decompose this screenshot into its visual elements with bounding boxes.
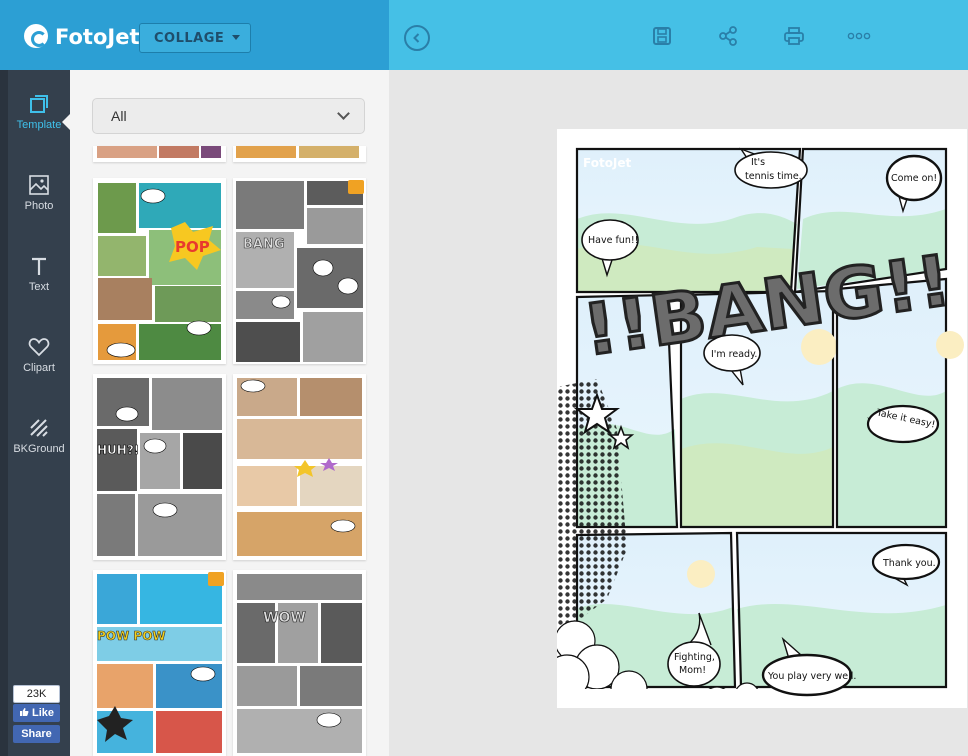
sidebar-item-label: Text — [28, 281, 50, 293]
sidebar-item-label: Clipart — [23, 362, 55, 374]
app-window: FotoJet COLLAGE Template Photo Text Clip… — [0, 0, 968, 756]
like-label: Like — [32, 707, 55, 719]
facebook-share-button[interactable]: Share — [13, 725, 60, 743]
like-count: 23K — [13, 685, 60, 703]
pop-text: POP — [175, 238, 210, 256]
premium-crown-icon — [208, 572, 224, 586]
sidebar-item-label: BKGround — [13, 443, 65, 455]
header-right — [389, 0, 968, 70]
collage-canvas[interactable]: FotoJet !!BANG!! It's tennis time. Come … — [557, 129, 967, 708]
template-icon — [30, 95, 48, 113]
bubble-text: It's — [751, 157, 765, 168]
template-preview: HUH?! — [93, 374, 226, 560]
huh-text: HUH?! — [97, 443, 139, 457]
template-thumb-huh[interactable]: HUH?! — [93, 374, 226, 560]
mode-dropdown[interactable]: COLLAGE — [139, 23, 251, 53]
photo-icon — [29, 175, 49, 195]
template-filter-select[interactable]: All — [92, 98, 365, 134]
bubble-text: Come on! — [891, 173, 937, 184]
template-panel: All POP BANG HUH?! POW POW WOW — [70, 70, 389, 756]
watermark: FotoJet — [583, 156, 632, 170]
template-preview — [233, 374, 366, 560]
template-thumb-wow[interactable]: WOW — [233, 570, 366, 756]
print-button[interactable] — [780, 22, 808, 50]
bubble-text: tennis time. — [745, 171, 802, 182]
sidebar-item-photo[interactable]: Photo — [8, 173, 70, 233]
sidebar-item-label: Photo — [24, 200, 54, 212]
template-thumb-1[interactable] — [233, 146, 366, 162]
bubble-text: Have fun!! — [588, 235, 638, 246]
sidebar-item-clipart[interactable]: Clipart — [8, 335, 70, 395]
more-icon — [847, 32, 871, 40]
bubble-text: I'm ready. — [711, 349, 757, 360]
sidebar-item-template[interactable]: Template — [8, 92, 70, 152]
bang-text: BANG — [243, 237, 285, 252]
template-preview: POW POW — [93, 570, 226, 756]
brand-name[interactable]: FotoJet — [55, 25, 139, 49]
save-icon — [653, 27, 671, 45]
comic-layout: FotoJet !!BANG!! It's tennis time. Come … — [557, 129, 967, 708]
more-button[interactable] — [845, 22, 873, 50]
template-thumb-family[interactable] — [233, 374, 366, 560]
template-preview: WOW — [233, 570, 366, 756]
bubble-text: Thank you. — [882, 558, 936, 569]
mode-label: COLLAGE — [154, 30, 225, 46]
premium-crown-icon — [348, 180, 364, 194]
template-preview: BANG — [233, 178, 366, 364]
bubble-text: Fighting, — [674, 652, 715, 663]
template-preview — [93, 146, 226, 162]
template-thumb-pop[interactable]: POP — [93, 178, 226, 364]
sidebar-item-label: Template — [16, 119, 62, 131]
speech-bubble-easy: Take it easy! — [866, 404, 940, 444]
share-icon — [719, 26, 737, 46]
share-button[interactable] — [714, 22, 742, 50]
template-preview: POP — [93, 178, 226, 364]
thumbs-up-icon — [19, 708, 29, 716]
template-thumb-bang[interactable]: BANG — [233, 178, 366, 364]
background-icon — [30, 419, 48, 437]
wow-text: WOW — [263, 610, 306, 626]
caret-down-icon — [232, 35, 240, 40]
bubble-text: You play very well. — [767, 671, 856, 682]
template-thumb-powpow[interactable]: POW POW — [93, 570, 226, 756]
template-preview — [233, 146, 366, 162]
chevron-down-icon — [337, 107, 350, 120]
filter-value: All — [111, 108, 127, 124]
text-icon — [32, 257, 46, 275]
sidebar-item-text[interactable]: Text — [8, 254, 70, 314]
sidebar-item-background[interactable]: BKGround — [8, 416, 70, 476]
back-button[interactable] — [404, 25, 430, 51]
like-button[interactable]: Like — [13, 704, 60, 722]
powpow-text: POW POW — [97, 629, 166, 643]
heart-icon — [28, 338, 50, 357]
template-thumb-0[interactable] — [93, 146, 226, 162]
chevron-left-icon — [413, 33, 420, 43]
fotojet-logo-icon[interactable] — [24, 24, 48, 48]
save-button[interactable] — [648, 22, 676, 50]
bubble-text: Mom! — [679, 665, 706, 676]
print-icon — [784, 27, 804, 45]
sidebar-strip — [0, 70, 8, 756]
